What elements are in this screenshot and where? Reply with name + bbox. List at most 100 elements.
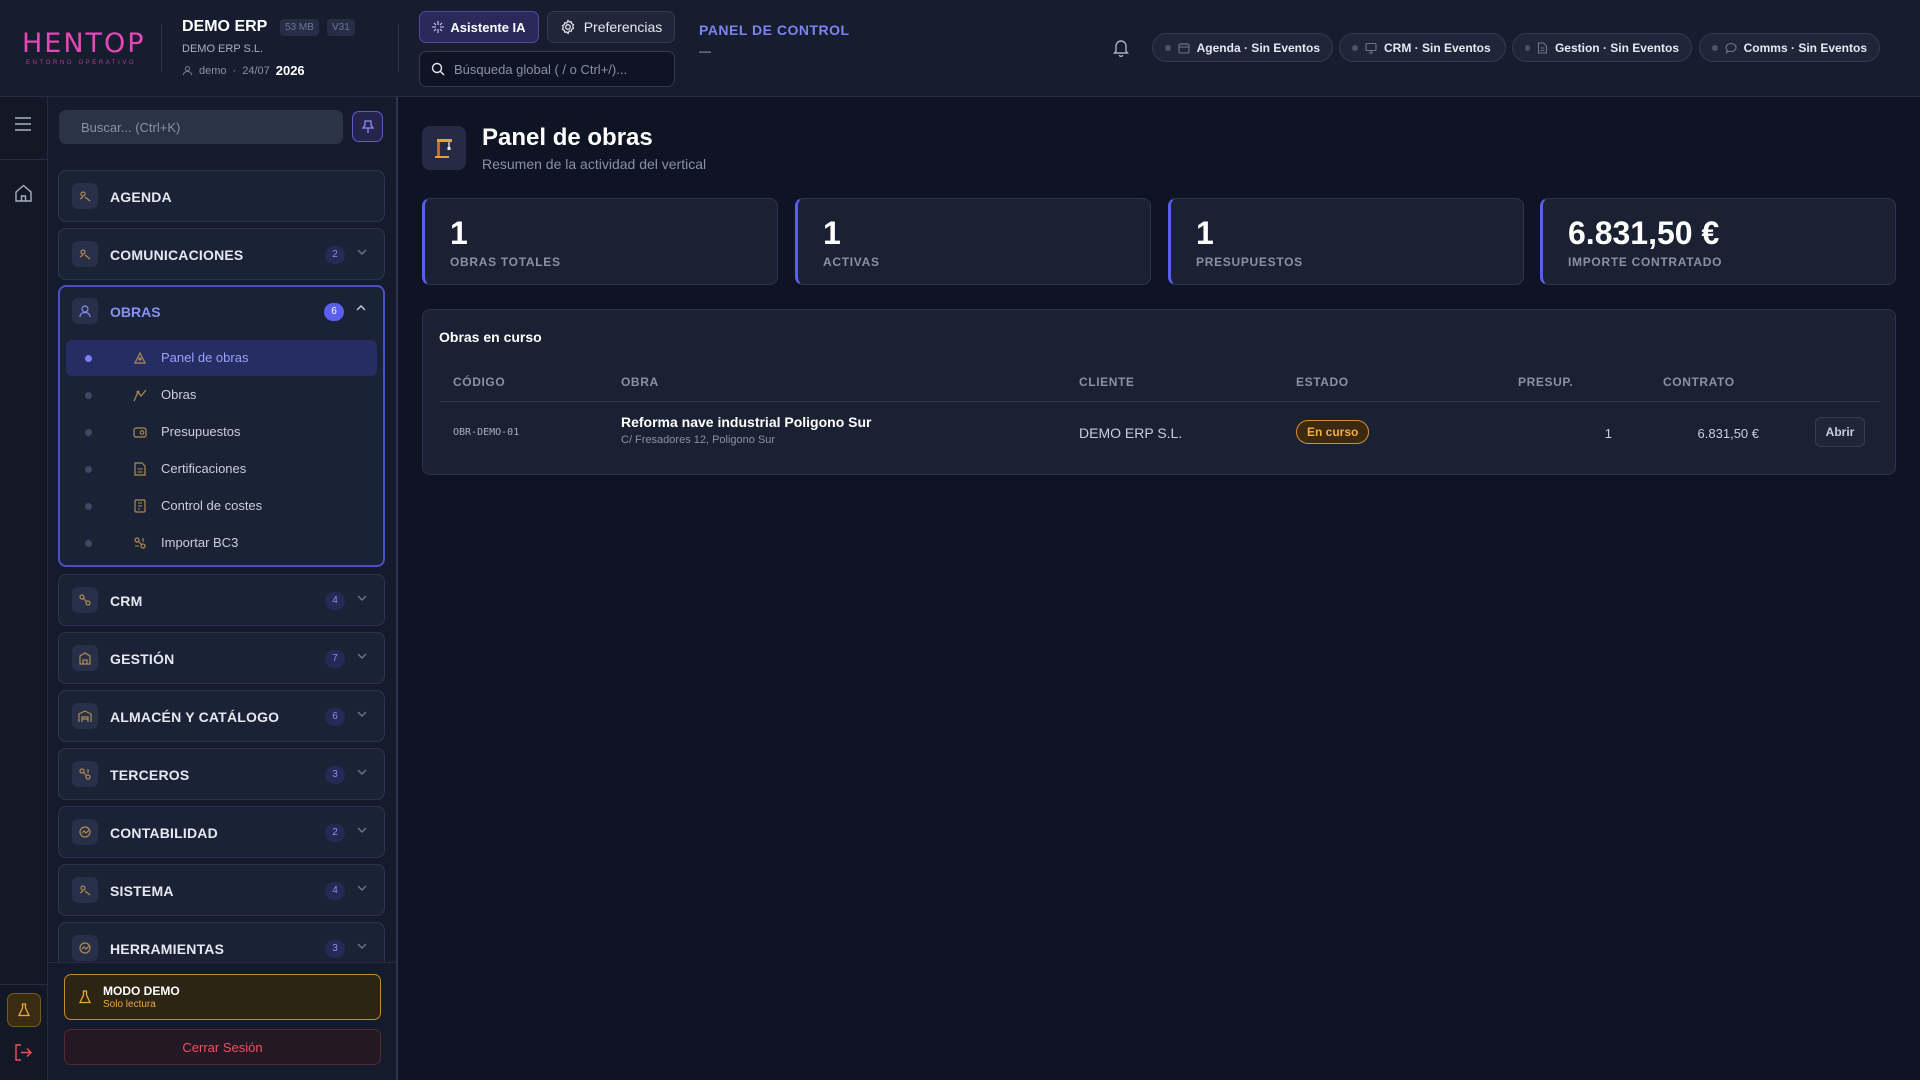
cell-obra-name[interactable]: Reforma nave industrial Poligono Sur [621,414,871,430]
demo-mode-button[interactable] [7,993,41,1027]
hamburger-menu-icon[interactable] [14,117,32,131]
sidebar-section-almacen[interactable]: ALMACÉN Y CATÁLOGO 6 [58,690,385,742]
certificate-icon [132,461,148,477]
construction-icon [132,387,148,403]
kpi-label: ACTIVAS [823,255,880,269]
kpi-card-presupuestos: 1 PRESUPUESTOS [1168,198,1524,285]
sidebar-section-label: SISTEMA [110,883,174,899]
sidebar-item-importar-bc3[interactable]: Importar BC3 [66,525,377,561]
sidebar-item-label: Obras [161,387,197,402]
header-divider [398,24,399,72]
column-header-contrato[interactable]: CONTRATO [1663,375,1735,389]
item-dot [85,429,92,436]
logo-subtitle: ENTORNO OPERATIVO [26,60,137,66]
status-pill-comms[interactable]: Comms · Sin Eventos [1699,33,1880,62]
sidebar-item-control-de-costes[interactable]: Control de costes [66,488,377,524]
status-pill-label: Comms · Sin Eventos [1743,40,1867,55]
status-badge: En curso [1296,420,1370,444]
cell-cliente: DEMO ERP S.L. [1079,425,1183,441]
preferences-label: Preferencias [583,19,663,35]
demo-mode-title: MODO DEMO [103,984,180,998]
preferences-button[interactable]: Preferencias [547,11,675,43]
app-name: DEMO ERP [182,18,268,35]
global-search-input[interactable] [454,61,664,77]
version-badge: V31 [327,19,355,36]
section-count-badge: 3 [325,940,345,958]
sidebar-section-comunicaciones[interactable]: COMUNICACIONES 2 [58,228,385,280]
chevron-down-icon [357,827,367,833]
section-count-badge: 4 [325,592,345,610]
sidebar-section-gestion[interactable]: GESTIÓN 7 [58,632,385,684]
kpi-card-activas: 1 ACTIVAS [795,198,1151,285]
home-icon[interactable] [14,184,33,202]
logout-button[interactable]: Cerrar Sesión [64,1029,381,1065]
chevron-down-icon [357,653,367,659]
status-pill-agenda[interactable]: Agenda · Sin Eventos [1152,33,1333,62]
sidebar-section-label: CONTABILIDAD [110,825,218,841]
cell-contrato: 6.831,50 € [1697,426,1759,441]
sidebar-section-label: GESTIÓN [110,651,175,667]
sidebar-section-sistema[interactable]: SISTEMA 4 [58,864,385,916]
sidebar-section-agenda[interactable]: AGENDA [58,170,385,222]
page-subtitle: Resumen de la actividad del vertical [482,156,707,172]
column-header-cliente[interactable]: CLIENTE [1079,375,1135,389]
column-header-estado[interactable]: ESTADO [1296,375,1349,389]
panel-title[interactable]: PANEL DE CONTROL [699,22,850,38]
company-name: DEMO ERP S.L. [182,43,264,55]
obras-en-curso-table: Obras en curso CÓDIGO OBRA CLIENTE ESTAD… [422,309,1896,475]
sidebar-section-crm[interactable]: CRM 4 [58,574,385,626]
sidebar-section-terceros[interactable]: TERCEROS 3 [58,748,385,800]
crm-icon [72,587,98,613]
sidebar-item-obras[interactable]: Obras [66,377,377,413]
sidebar-item-panel-de-obras[interactable]: Panel de obras [66,340,377,376]
rail-divider [0,159,47,160]
app-logo[interactable]: HENTOP ENTORNO OPERATIVO [22,30,144,67]
status-dot [1165,44,1171,51]
sidebar-section-contabilidad[interactable]: CONTABILIDAD 2 [58,806,385,858]
sparkle-icon [432,21,445,33]
flask-icon [79,990,91,1004]
calendar-icon [1178,42,1190,54]
section-count-badge: 6 [324,303,344,321]
ai-assistant-button[interactable]: Asistente IA [419,11,539,43]
kpi-label: PRESUPUESTOS [1196,255,1303,269]
global-search[interactable] [419,51,675,87]
chevron-down-icon [357,769,367,775]
storage-badge: 53 MB [280,19,319,36]
pin-button[interactable] [352,111,383,142]
chevron-up-icon [356,305,366,311]
item-dot [85,540,92,547]
kpi-value: 1 [823,215,841,251]
sidebar-search-input[interactable] [59,110,343,144]
demo-mode-notice: MODO DEMO Solo lectura [64,974,381,1020]
main-content: Panel de obras Resumen de la actividad d… [400,97,1920,1080]
cell-obra-address: C/ Fresadores 12, Poligono Sur [621,434,776,446]
bell-icon[interactable] [1112,38,1130,57]
status-pill-gestion[interactable]: Gestion · Sin Eventos [1512,33,1692,62]
section-count-badge: 6 [325,708,345,726]
sidebar-item-presupuestos[interactable]: Presupuestos [66,414,377,450]
kpi-card-obras-totales: 1 OBRAS TOTALES [422,198,778,285]
search-icon [431,62,445,76]
flask-icon [17,1003,31,1017]
warehouse-icon [72,703,98,729]
sidebar-section-obras[interactable]: OBRAS 6 Panel de obras Obras Presupuesto… [58,285,385,567]
status-pill-label: CRM · Sin Eventos [1384,40,1491,55]
column-header-obra[interactable]: OBRA [621,375,659,389]
agenda-icon [72,183,98,209]
open-button[interactable]: Abrir [1815,417,1865,447]
status-dot [1712,44,1718,51]
logout-icon[interactable] [14,1044,33,1061]
sidebar-section-label: CRM [110,593,143,609]
ledger-icon [132,498,148,514]
status-pill-crm[interactable]: CRM · Sin Eventos [1339,33,1506,62]
column-header-codigo[interactable]: CÓDIGO [453,375,505,389]
pin-icon [361,119,374,134]
sidebar-item-certificaciones[interactable]: Certificaciones [66,451,377,487]
kpi-label: IMPORTE CONTRATADO [1568,255,1723,269]
kpi-value: 1 [450,215,468,251]
sidebar: AGENDA COMUNICACIONES 2 OBRAS 6 Panel de… [48,97,398,1080]
status-dot [1525,44,1530,51]
column-header-presup[interactable]: PRESUP. [1518,375,1573,389]
cell-presup: 1 [1604,426,1612,441]
